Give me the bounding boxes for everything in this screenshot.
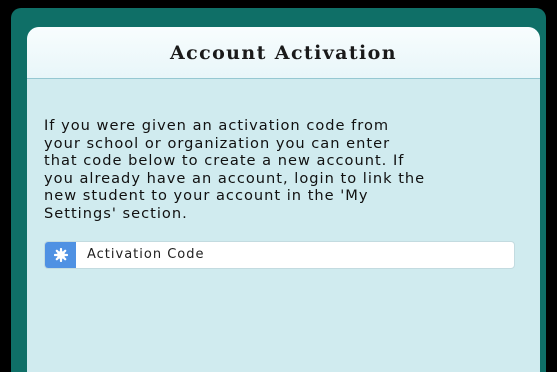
activation-code-input[interactable]: [76, 241, 514, 268]
page-title: Account Activation: [170, 41, 397, 64]
activation-panel: Account Activation If you were given an …: [27, 27, 540, 372]
activation-instructions: If you were given an activation code fro…: [44, 117, 426, 222]
panel-body: If you were given an activation code fro…: [27, 79, 540, 269]
gear-icon: [45, 241, 76, 268]
panel-header: Account Activation: [27, 27, 540, 79]
activation-code-field[interactable]: [44, 240, 515, 269]
